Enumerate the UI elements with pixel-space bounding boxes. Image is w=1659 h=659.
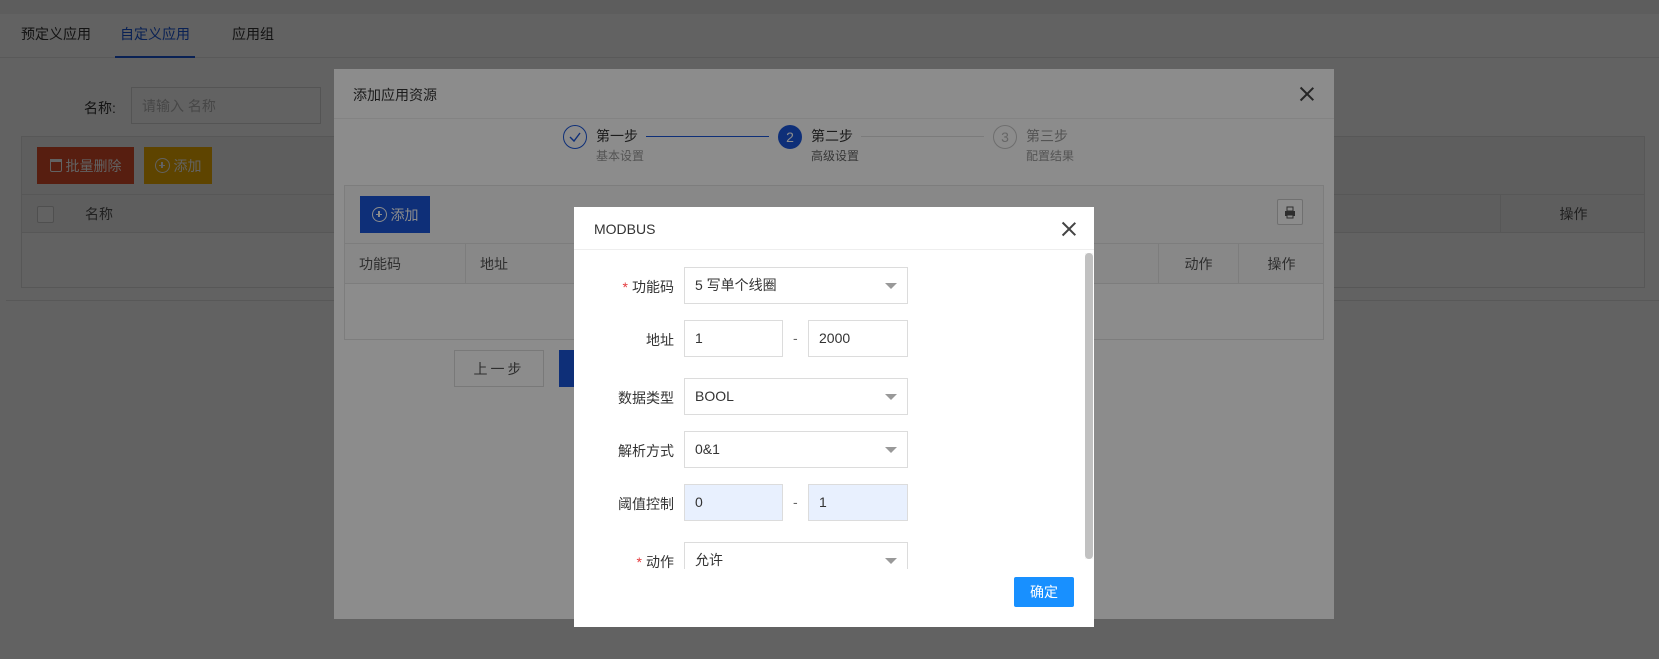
action-label: * 动作 [636,554,674,569]
required-mark: * [622,279,628,295]
data-type-value: BOOL [695,388,734,404]
chevron-down-icon [885,558,897,564]
form-scrollbar[interactable] [1085,253,1093,559]
close-icon[interactable] [1062,222,1076,236]
required-mark: * [636,554,642,569]
parse-mode-label: 解析方式 [618,443,674,459]
data-type-select[interactable]: BOOL [684,378,908,415]
data-type-label: 数据类型 [618,390,674,406]
range-separator: - [793,494,798,510]
range-separator: - [793,330,798,346]
chevron-down-icon [885,447,897,453]
threshold-label: 阈值控制 [618,496,674,512]
threshold-max-input[interactable]: 1 [808,484,908,521]
parse-mode-select[interactable]: 0&1 [684,431,908,468]
address-label: 地址 [646,332,674,348]
scrollbar-thumb[interactable] [1085,253,1093,559]
confirm-button[interactable]: 确定 [1014,577,1074,607]
function-code-select[interactable]: 5 写单个线圈 [684,267,908,304]
modbus-form: * 功能码 5 写单个线圈 地址 1 - 2000 数据类型 BOOL 解析方式 … [574,251,1084,569]
chevron-down-icon [885,394,897,400]
threshold-min-input[interactable]: 0 [684,484,783,521]
address-start-input[interactable]: 1 [684,320,783,357]
action-value: 允许 [695,552,723,568]
parse-mode-value: 0&1 [695,441,720,457]
address-end-input[interactable]: 2000 [808,320,908,357]
action-select[interactable]: 允许 [684,542,908,569]
dialog-header: MODBUS [574,207,1094,250]
dialog-title: MODBUS [594,221,656,237]
chevron-down-icon [885,283,897,289]
function-code-value: 5 写单个线圈 [695,277,777,293]
function-code-label: * 功能码 [622,279,674,295]
modbus-dialog: MODBUS * 功能码 5 写单个线圈 地址 1 - 2000 数据类型 BOO… [574,207,1094,627]
